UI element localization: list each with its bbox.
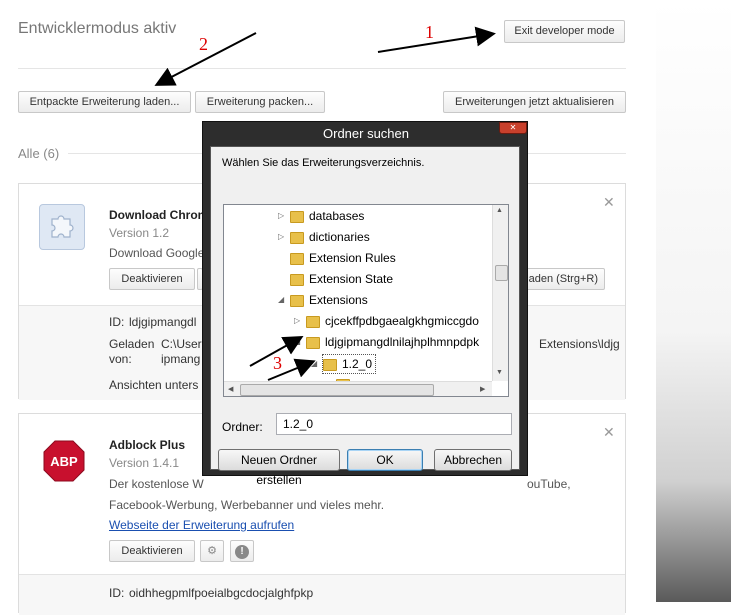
annotation-arrow-1 xyxy=(377,26,496,53)
annotation-number-1: 1 xyxy=(425,22,434,42)
annotation-number-3: 3 xyxy=(273,353,282,373)
annotation-number-2: 2 xyxy=(199,34,208,54)
annotation-overlay xyxy=(154,26,496,381)
